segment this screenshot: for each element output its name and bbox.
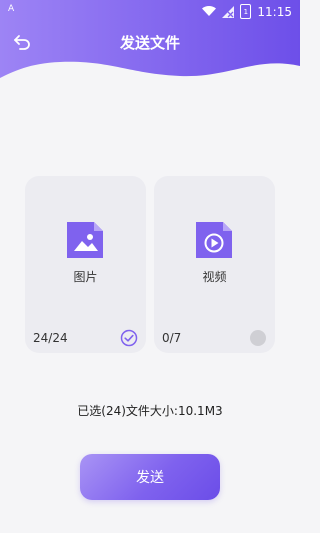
video-card[interactable]: 视频 0/7 [154, 176, 275, 353]
video-file-icon [196, 222, 232, 258]
wifi-icon [202, 6, 217, 17]
title-bar: 发送文件 [0, 26, 300, 58]
video-count: 0/7 [162, 331, 182, 345]
battery-icon: 1 [240, 4, 252, 19]
battery-level: 1 [243, 7, 249, 16]
page-title: 发送文件 [119, 34, 180, 52]
selection-summary: 已选(24)文件大小:10.1M3 [77, 404, 223, 418]
send-button[interactable]: 发送 [80, 454, 220, 500]
header: A 1 11:15 发送文件 [0, 0, 300, 86]
notification-icon: A [8, 4, 15, 14]
unchecked-circle-icon[interactable] [249, 329, 267, 347]
status-bar: A 1 11:15 [0, 0, 300, 22]
image-file-icon [67, 222, 103, 258]
check-circle-icon[interactable] [120, 329, 138, 347]
image-card[interactable]: 图片 24/24 [25, 176, 146, 353]
no-signal-icon [222, 5, 235, 18]
video-card-label: 视频 [202, 270, 227, 284]
image-card-label: 图片 [73, 270, 98, 284]
status-time: 11:15 [257, 4, 292, 19]
image-count: 24/24 [33, 331, 68, 345]
